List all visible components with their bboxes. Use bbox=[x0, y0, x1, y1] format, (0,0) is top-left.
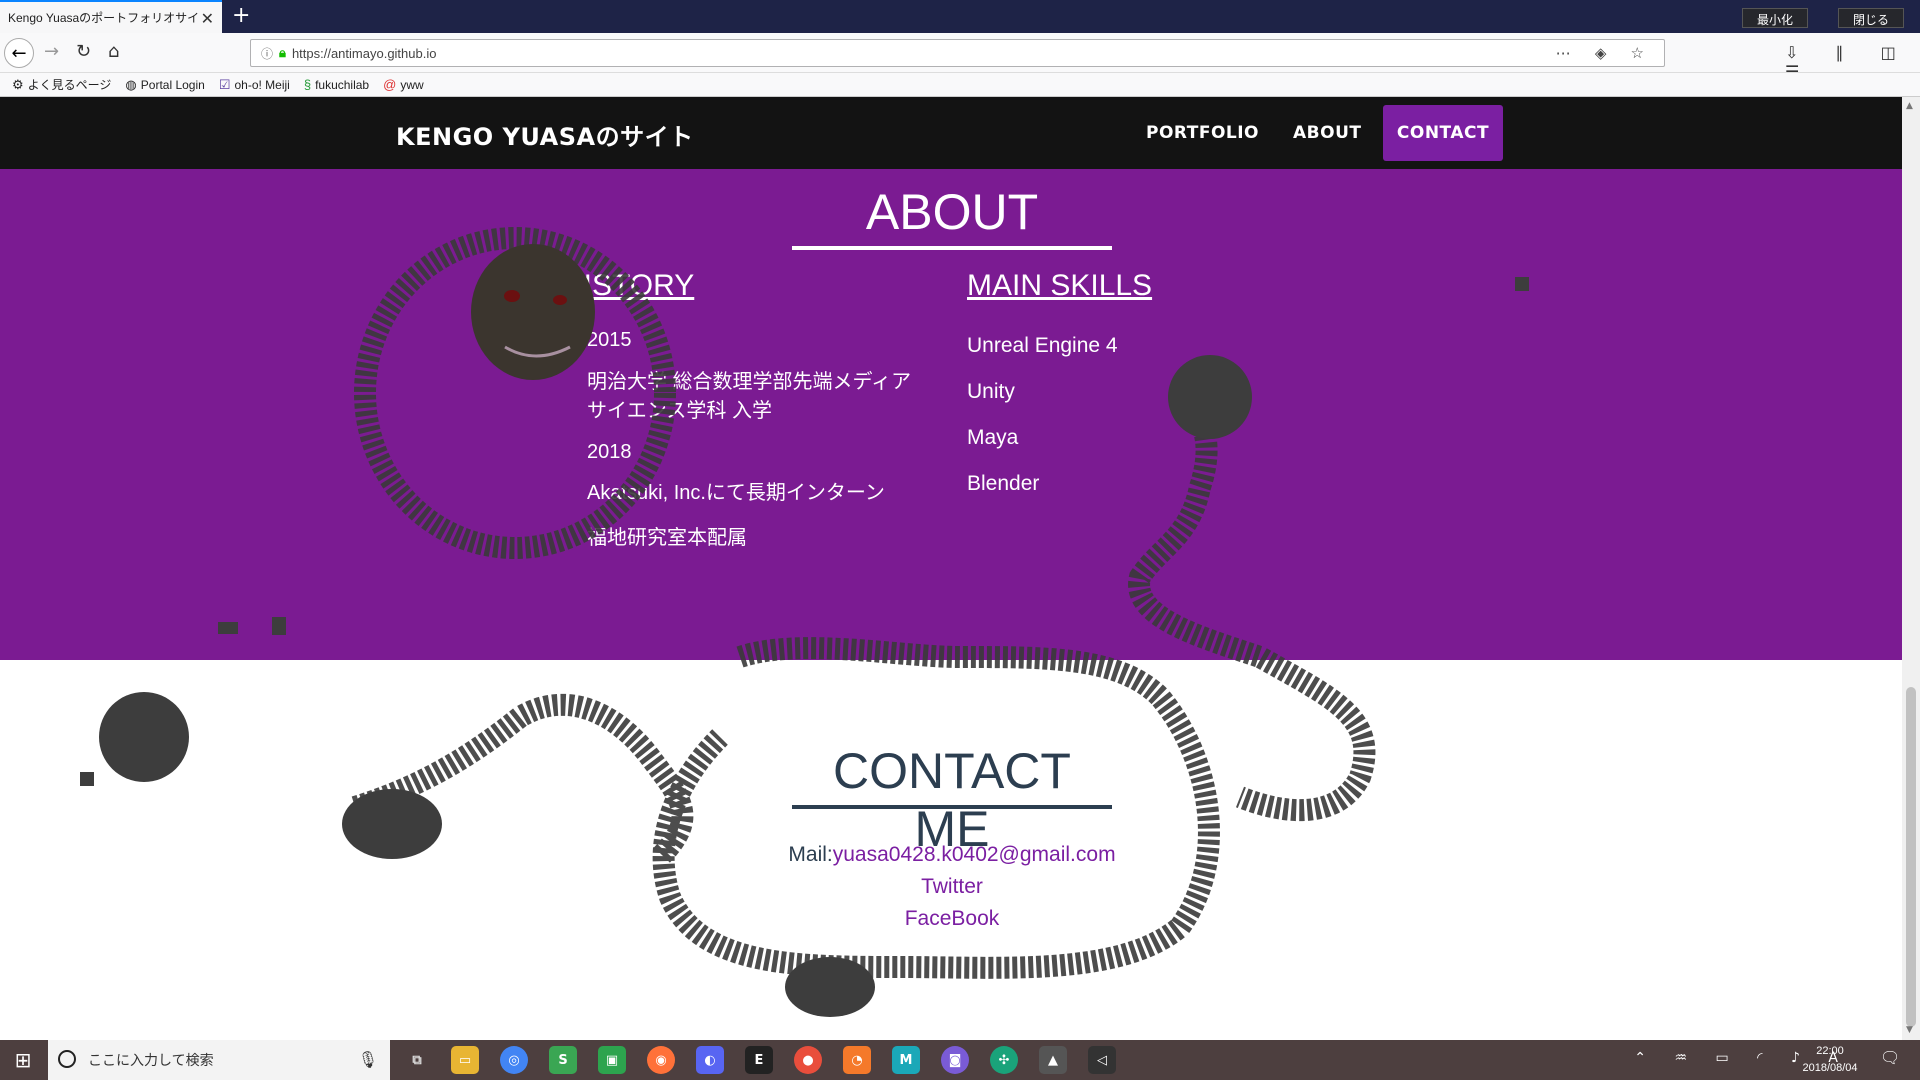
minimize-button[interactable]: 最小化 bbox=[1742, 8, 1809, 28]
arrow-left-icon: ← bbox=[11, 42, 27, 64]
contact-title: CONTACT ME bbox=[833, 743, 1071, 857]
web-page: KENGO YUASAのサイト PORTFOLIO ABOUT CONTACT … bbox=[0, 97, 1902, 1040]
contact-divider bbox=[792, 805, 1112, 809]
history-line: 明治大学 総合数理学部先端メディア bbox=[587, 371, 912, 393]
history-line: 2018 bbox=[587, 441, 632, 463]
info-icon[interactable]: ⓘ bbox=[261, 45, 273, 62]
history-line: 2015 bbox=[587, 329, 632, 351]
app-icon[interactable]: ▣ bbox=[598, 1046, 626, 1074]
close-window-button[interactable]: 閉じる bbox=[1838, 8, 1905, 28]
bookmarks-bar: ⚙ よく見るページ ◍ Portal Login ☑ oh-o! Meiji § fuk… bbox=[0, 73, 1920, 97]
clock-date: 2018/08/04 bbox=[1802, 1062, 1858, 1074]
facebook-line: FaceBook bbox=[652, 907, 1252, 931]
skill-item: Unreal Engine 4 bbox=[967, 334, 1118, 357]
reload-button[interactable]: ↻ bbox=[76, 41, 91, 62]
back-button[interactable]: ← bbox=[4, 38, 34, 68]
skills-heading: MAIN SKILLS bbox=[967, 269, 1153, 302]
app-icon[interactable]: S bbox=[549, 1046, 577, 1074]
app-icon[interactable]: ✣ bbox=[990, 1046, 1018, 1074]
url-bar[interactable]: ⓘ 🔒︎ https://antimayo.github.io ⋯ ◈ ☆ bbox=[250, 39, 1665, 67]
microphone-icon[interactable]: 🎙︎ bbox=[358, 1050, 378, 1070]
taskbar-clock[interactable]: 22:00 2018/08/04 bbox=[1790, 1043, 1870, 1077]
page-scrollbar[interactable]: ▲ ▼ bbox=[1902, 97, 1920, 1040]
notification-icon[interactable]: 🗨︎ bbox=[1880, 1048, 1900, 1067]
unity-icon[interactable]: ◁ bbox=[1088, 1046, 1116, 1074]
windows-taskbar: ⊞ ここに入力して検索 🎙︎ ⧉ ▭ ◎ S ▣ ◉ ◐ E ● ◔ M ◙ ✣… bbox=[0, 1040, 1920, 1080]
history-line: Akatsuki, Inc.にて長期インターン bbox=[587, 482, 885, 504]
twitter-line: Twitter bbox=[652, 875, 1252, 899]
browser-tab[interactable]: Kengo Yuasaのポートフォリオサイト ✕ bbox=[0, 0, 222, 33]
nav-about[interactable]: ABOUT bbox=[1293, 123, 1361, 143]
firefox-icon[interactable]: ◉ bbox=[647, 1046, 675, 1074]
forward-button[interactable]: → bbox=[44, 41, 59, 62]
app-icon[interactable]: ● bbox=[794, 1046, 822, 1074]
site-brand[interactable]: KENGO YUASAのサイト bbox=[396, 117, 694, 152]
scroll-up-icon[interactable]: ▲ bbox=[1906, 101, 1913, 111]
about-section: ABOUT HISTORY 2015 明治大学 総合数理学部先端メディア サイエ… bbox=[0, 169, 1902, 660]
search-placeholder: ここに入力して検索 bbox=[88, 1052, 214, 1068]
mail-link[interactable]: yuasa0428.k0402@gmail.com bbox=[833, 843, 1116, 866]
history-line: 福地研究室本配属 bbox=[587, 527, 747, 549]
skill-item: Unity bbox=[967, 380, 1015, 403]
nav-contact[interactable]: CONTACT bbox=[1383, 105, 1503, 161]
about-divider bbox=[792, 246, 1112, 250]
photos-icon[interactable]: ▲ bbox=[1039, 1046, 1067, 1074]
skill-item: Maya bbox=[967, 426, 1019, 449]
chrome-icon[interactable]: ◎ bbox=[500, 1046, 528, 1074]
epic-games-icon[interactable]: E bbox=[745, 1046, 773, 1074]
lock-icon[interactable]: 🔒︎ bbox=[279, 45, 286, 61]
maya-icon[interactable]: M bbox=[892, 1046, 920, 1074]
twitter-link[interactable]: Twitter bbox=[921, 875, 983, 898]
skill-item: Blender bbox=[967, 472, 1040, 495]
bookmark-item[interactable]: ◍ Portal Login bbox=[125, 77, 204, 93]
site-navbar: KENGO YUASAのサイト PORTFOLIO ABOUT CONTACT bbox=[0, 97, 1902, 169]
home-button[interactable]: ⌂ bbox=[108, 41, 119, 62]
spiral-icon: @ bbox=[383, 77, 397, 92]
file-explorer-icon[interactable]: ▭ bbox=[451, 1046, 479, 1074]
page-actions[interactable]: ⋯ ◈ ☆ bbox=[1556, 44, 1654, 62]
history-line: サイエンス学科 入学 bbox=[587, 400, 772, 422]
facebook-link[interactable]: FaceBook bbox=[905, 907, 1000, 930]
nav-portfolio[interactable]: PORTFOLIO bbox=[1146, 123, 1259, 143]
history-heading: HISTORY bbox=[562, 269, 695, 302]
tab-title: Kengo Yuasaのポートフォリオサイト bbox=[8, 11, 198, 25]
app-icon[interactable]: ◙ bbox=[941, 1046, 969, 1074]
browser-tabbar: Kengo Yuasaのポートフォリオサイト ✕ + 最小化 閉じる bbox=[0, 0, 1920, 33]
about-title: ABOUT bbox=[865, 184, 1039, 240]
scroll-down-icon[interactable]: ▼ bbox=[1906, 1025, 1913, 1035]
leaf-icon: § bbox=[303, 77, 312, 92]
windows-icon: ⊞ bbox=[14, 1048, 32, 1072]
bookmark-item[interactable]: ☑ oh-o! Meiji bbox=[219, 77, 290, 93]
browser-toolbar: ← → ↻ ⌂ ⓘ 🔒︎ https://antimayo.github.io … bbox=[0, 33, 1920, 81]
url-text[interactable]: https://antimayo.github.io bbox=[292, 46, 437, 61]
clock-time: 22:00 bbox=[1816, 1045, 1844, 1057]
contact-section: CONTACT ME Mail:yuasa0428.k0402@gmail.co… bbox=[0, 660, 1902, 1040]
screen: Kengo Yuasaのポートフォリオサイト ✕ + 最小化 閉じる ← → ↻… bbox=[0, 0, 1920, 1080]
new-tab-button[interactable]: + bbox=[232, 3, 250, 28]
start-button[interactable]: ⊞ bbox=[0, 1040, 46, 1080]
scroll-thumb[interactable] bbox=[1906, 687, 1916, 1027]
mail-label: Mail: bbox=[788, 843, 833, 866]
checkbox-icon: ☑ bbox=[218, 76, 231, 92]
discord-icon[interactable]: ◐ bbox=[696, 1046, 724, 1074]
taskbar-search[interactable]: ここに入力して検索 🎙︎ bbox=[48, 1040, 390, 1080]
bookmark-item[interactable]: @ yww bbox=[383, 77, 424, 92]
bookmark-item[interactable]: § fukuchilab bbox=[304, 77, 369, 92]
task-view-icon[interactable]: ⧉ bbox=[403, 1046, 431, 1074]
tab-close-icon[interactable]: ✕ bbox=[201, 9, 214, 29]
globe-icon: ◍ bbox=[125, 76, 137, 92]
blender-icon[interactable]: ◔ bbox=[843, 1046, 871, 1074]
gear-icon: ⚙ bbox=[12, 76, 24, 92]
bookmark-item[interactable]: ⚙ よく見るページ bbox=[12, 76, 111, 93]
cortana-icon bbox=[58, 1050, 76, 1068]
mail-line: Mail:yuasa0428.k0402@gmail.com bbox=[652, 843, 1252, 867]
